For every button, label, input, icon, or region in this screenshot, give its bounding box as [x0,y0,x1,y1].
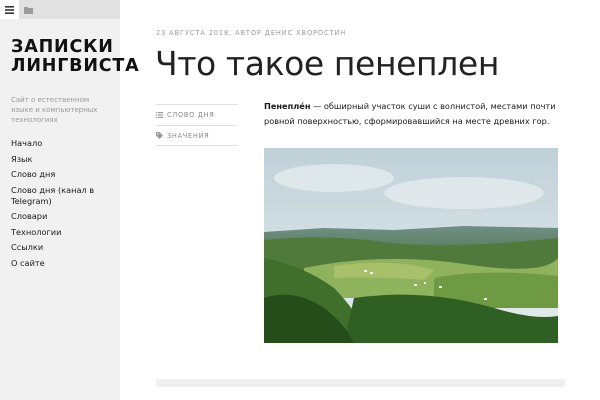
landscape-illustration [264,148,558,343]
categories-toggle-button[interactable] [19,0,38,19]
menu-item-word-of-day[interactable]: Слово дня [11,169,115,180]
list-icon [156,112,163,118]
menu-toggle-button[interactable] [0,0,19,19]
site-title[interactable]: ЗАПИСКИ ЛИНГВИСТА [11,38,139,75]
menu-item-language[interactable]: Язык [11,154,115,165]
post-title: Что такое пенеплен [155,44,499,83]
tag-icon [156,132,163,139]
menu-item-technologies[interactable]: Технологии [11,227,115,238]
site-description: Сайт о естественном языке и компьютерных… [11,96,98,124]
folder-icon [24,6,33,14]
tag-meanings[interactable]: Значения [156,125,238,146]
landscape-image [264,148,558,343]
tag-label: Значения [167,131,210,140]
sidebar: ЗАПИСКИ ЛИНГВИСТА Сайт о естественном яз… [0,0,139,400]
menu-item-links[interactable]: Ссылки [11,242,115,253]
category-label: Слово дня [167,111,215,119]
menu-item-dictionaries[interactable]: Словари [11,211,115,222]
post-categories: Слово дня Значения [156,104,238,146]
menu-icon [5,5,14,14]
menu-item-about[interactable]: О сайте [11,258,115,269]
menu-item-telegram-channel[interactable]: Слово дня (канал в Telegram) [11,185,115,207]
post-body: Пенепле́н — обширный участок суши с волн… [264,99,560,128]
main-menu: Начало Язык Слово дня Слово дня (канал в… [11,138,115,273]
menu-item-home[interactable]: Начало [11,138,115,149]
post-meta: 23 августа 2018, автор Денис Хворостин [156,29,347,37]
bottom-divider [156,379,565,387]
post-term: Пенепле́н [264,101,311,111]
sidebar-toolbar [0,0,120,19]
category-word-of-day[interactable]: Слово дня [156,104,238,125]
